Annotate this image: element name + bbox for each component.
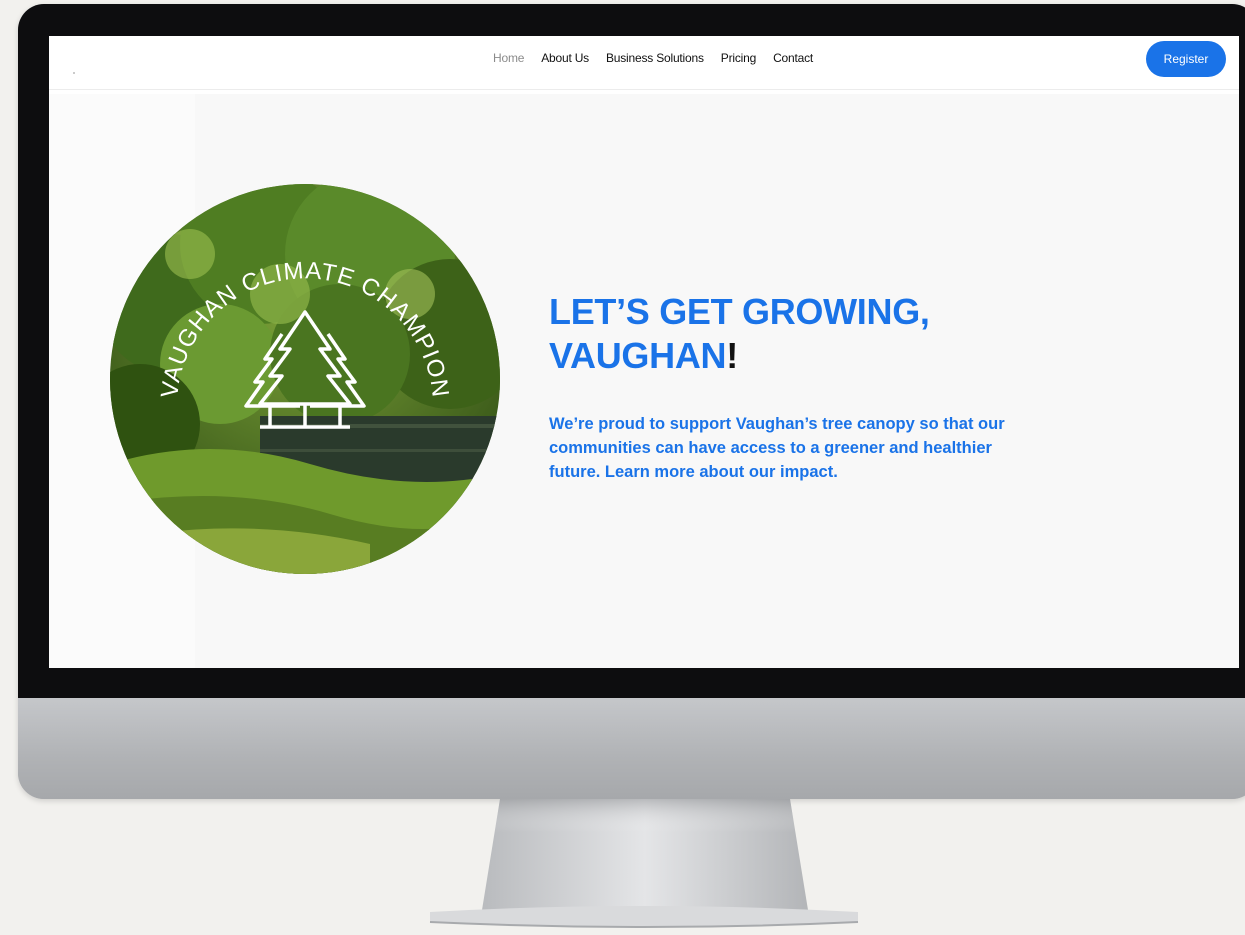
hero-heading-line-2: VAUGHAN!: [549, 334, 1149, 378]
badge-image: VAUGHAN CLIMATE CHAMPION: [110, 184, 500, 574]
nav-item-home[interactable]: Home: [493, 51, 524, 65]
monitor-frame: Home About Us Business Solutions Pricing…: [18, 4, 1245, 799]
nav-item-about-us[interactable]: About Us: [541, 51, 589, 65]
top-navigation: Home About Us Business Solutions Pricing…: [49, 36, 1239, 90]
monitor-chin: [18, 698, 1245, 799]
nav-links: Home About Us Business Solutions Pricing…: [493, 51, 813, 65]
nav-item-business-solutions[interactable]: Business Solutions: [606, 51, 704, 65]
hero-section: VAUGHAN CLIMATE CHAMPION LET’S GET GROWI…: [49, 94, 1239, 668]
hero-heading-line-1: LET’S GET GROWING,: [549, 291, 930, 332]
hero-heading-exclamation: !: [726, 335, 738, 376]
hero-heading-vaughan: VAUGHAN: [549, 335, 727, 376]
hero-description: We’re proud to support Vaughan’s tree ca…: [549, 415, 1005, 481]
nav-item-pricing[interactable]: Pricing: [721, 51, 756, 65]
nav-item-contact[interactable]: Contact: [773, 51, 813, 65]
website-screen: Home About Us Business Solutions Pricing…: [49, 36, 1239, 668]
nav-dot: [73, 72, 75, 74]
hero-heading: LET’S GET GROWING, VAUGHAN!: [549, 290, 1149, 378]
register-button[interactable]: Register: [1146, 41, 1226, 77]
climate-champion-badge: VAUGHAN CLIMATE CHAMPION: [110, 184, 500, 574]
